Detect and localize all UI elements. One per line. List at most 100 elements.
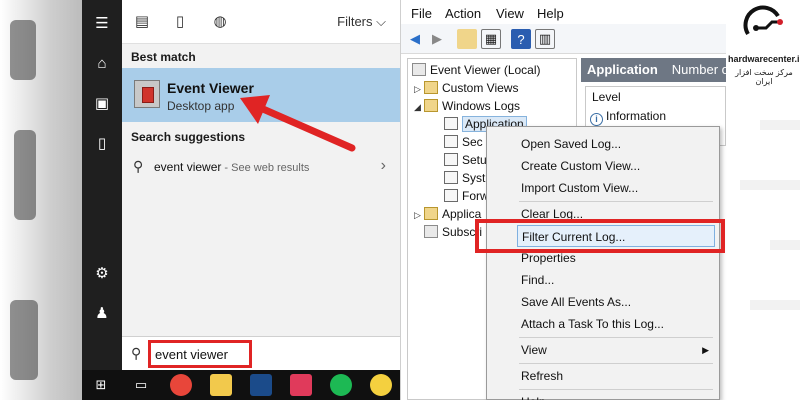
help-icon[interactable]: ? <box>511 29 531 49</box>
ctx-view-label: View <box>521 343 547 357</box>
site-logo: hardwarecenter.ir مرکز سخت افزار ایران <box>728 0 800 110</box>
log-icon <box>444 153 458 166</box>
log-icon <box>444 117 458 130</box>
tree-system-log[interactable]: Syst <box>444 171 485 189</box>
info-icon: i <box>590 113 603 126</box>
filters-label: Filters <box>337 14 373 29</box>
tree-setup-log[interactable]: Setu <box>444 153 487 171</box>
blur-shape <box>10 20 36 80</box>
gear-icon[interactable]: ⚙ <box>82 258 122 288</box>
document-icon[interactable]: ▯ <box>170 12 190 32</box>
paint-icon[interactable] <box>370 374 392 396</box>
chevron-right-icon: › <box>380 157 386 174</box>
taskbar: ⊞ ▭ <box>82 370 400 400</box>
ctx-help[interactable]: Help <box>487 391 721 400</box>
blur-shape <box>10 300 38 380</box>
separator <box>519 363 713 364</box>
windows-start-icon[interactable]: ⊞ <box>90 374 112 396</box>
tree-custom-views[interactable]: ▷ Custom Views <box>414 81 518 99</box>
chrome-icon[interactable] <box>170 374 192 396</box>
tree-applications-services[interactable]: ▷ Applica <box>414 207 481 225</box>
search-input[interactable]: event viewer <box>148 340 252 368</box>
highlight-box-annotation <box>475 219 725 253</box>
event-level: Information <box>606 109 667 123</box>
tower-icon[interactable]: ▯ <box>82 128 122 158</box>
decorative-bars <box>728 120 800 400</box>
logo-name: hardwarecenter.ir <box>728 54 800 64</box>
tree-forwarded-log[interactable]: Forw <box>444 189 489 207</box>
start-menu-rail: ☰ ⌂ ▣ ▯ ⚙ ♟ <box>82 0 122 370</box>
results-header: Application Number of <box>581 58 726 82</box>
tree-root[interactable]: Event Viewer (Local) <box>412 63 541 81</box>
globe-icon[interactable]: ◍ <box>210 12 230 32</box>
event-row[interactable]: i Information <box>590 109 666 126</box>
blur-shape <box>14 130 36 220</box>
search-box[interactable]: ⚲ event viewer <box>122 336 400 370</box>
suggestion-text: event viewer <box>154 160 222 174</box>
log-icon <box>444 171 458 184</box>
results-header-count: Number of <box>671 62 726 77</box>
logo-tagline: مرکز سخت افزار ایران <box>735 68 793 86</box>
filters-dropdown[interactable]: Filters ⌵ <box>337 14 386 30</box>
ctx-find[interactable]: Find... <box>487 269 721 291</box>
folder-icon <box>424 81 438 94</box>
computer-icon <box>412 63 426 76</box>
user-icon[interactable]: ♟ <box>82 298 122 328</box>
task-view-icon[interactable]: ▭ <box>130 374 152 396</box>
deco-bar <box>750 300 800 310</box>
best-match-result[interactable]: Event Viewer Desktop app <box>122 68 400 122</box>
menu-action[interactable]: Action <box>445 6 481 21</box>
best-match-subtitle: Desktop app <box>167 99 235 113</box>
spotify-icon[interactable] <box>330 374 352 396</box>
deco-bar <box>770 240 800 250</box>
web-suggestion[interactable]: ⚲ event viewer - See web results › <box>122 150 400 184</box>
forward-icon[interactable]: ▶ <box>427 29 447 49</box>
steam-icon[interactable] <box>250 374 272 396</box>
contact-card-icon[interactable]: ▣ <box>82 88 122 118</box>
ctx-attach-task[interactable]: Attach a Task To this Log... <box>487 313 721 335</box>
home-icon[interactable]: ⌂ <box>82 48 122 78</box>
tree-windows-logs[interactable]: ◢ Windows Logs <box>414 99 520 117</box>
folder-icon <box>424 207 438 220</box>
context-menu: Open Saved Log... Create Custom View... … <box>486 126 720 400</box>
subscriptions-icon <box>424 225 438 238</box>
deco-bar <box>760 120 800 130</box>
show-hide-tree-icon[interactable]: ▦ <box>481 29 501 49</box>
ctx-create-custom-view[interactable]: Create Custom View... <box>487 155 721 177</box>
ctx-refresh[interactable]: Refresh <box>487 365 721 387</box>
slack-icon[interactable] <box>290 374 312 396</box>
ctx-view[interactable]: View ▶ <box>487 339 721 361</box>
column-level[interactable]: Level <box>592 90 621 104</box>
separator <box>519 389 713 390</box>
hamburger-icon[interactable]: ☰ <box>82 8 122 38</box>
up-folder-icon[interactable] <box>457 29 477 49</box>
expand-icon[interactable]: ▷ <box>414 84 424 95</box>
best-match-title: Event Viewer <box>167 80 254 96</box>
menu-help[interactable]: Help <box>537 6 564 21</box>
chevron-down-icon: ⌵ <box>376 14 386 29</box>
collapse-icon[interactable]: ◢ <box>414 102 424 113</box>
tree-subscriptions[interactable]: Subscri <box>424 225 482 243</box>
log-icon <box>444 189 458 202</box>
log-icon <box>444 135 458 148</box>
results-header-title: Application <box>587 62 658 77</box>
ctx-save-all-events[interactable]: Save All Events As... <box>487 291 721 313</box>
file-explorer-icon[interactable] <box>210 374 232 396</box>
back-icon[interactable]: ◀ <box>405 29 425 49</box>
search-icon: ⚲ <box>133 158 144 174</box>
action-pane-icon[interactable]: ▥ <box>535 29 555 49</box>
search-icon: ⚲ <box>131 345 142 361</box>
separator <box>519 337 713 338</box>
apps-icon[interactable]: ▤ <box>132 12 152 32</box>
tree-security-log[interactable]: Sec <box>444 135 483 153</box>
menu-view[interactable]: View <box>496 6 524 21</box>
expand-icon[interactable]: ▷ <box>414 210 424 221</box>
blurred-background <box>0 0 82 400</box>
search-filter-bar: ▤ ▯ ◍ Filters ⌵ <box>122 0 400 44</box>
suggestion-web-label: - See web results <box>221 162 310 174</box>
event-viewer-icon <box>134 80 160 108</box>
ctx-open-saved-log[interactable]: Open Saved Log... <box>487 133 721 155</box>
ctx-import-custom-view[interactable]: Import Custom View... <box>487 177 721 199</box>
best-match-heading: Best match <box>131 50 196 64</box>
menu-file[interactable]: File <box>411 6 432 21</box>
